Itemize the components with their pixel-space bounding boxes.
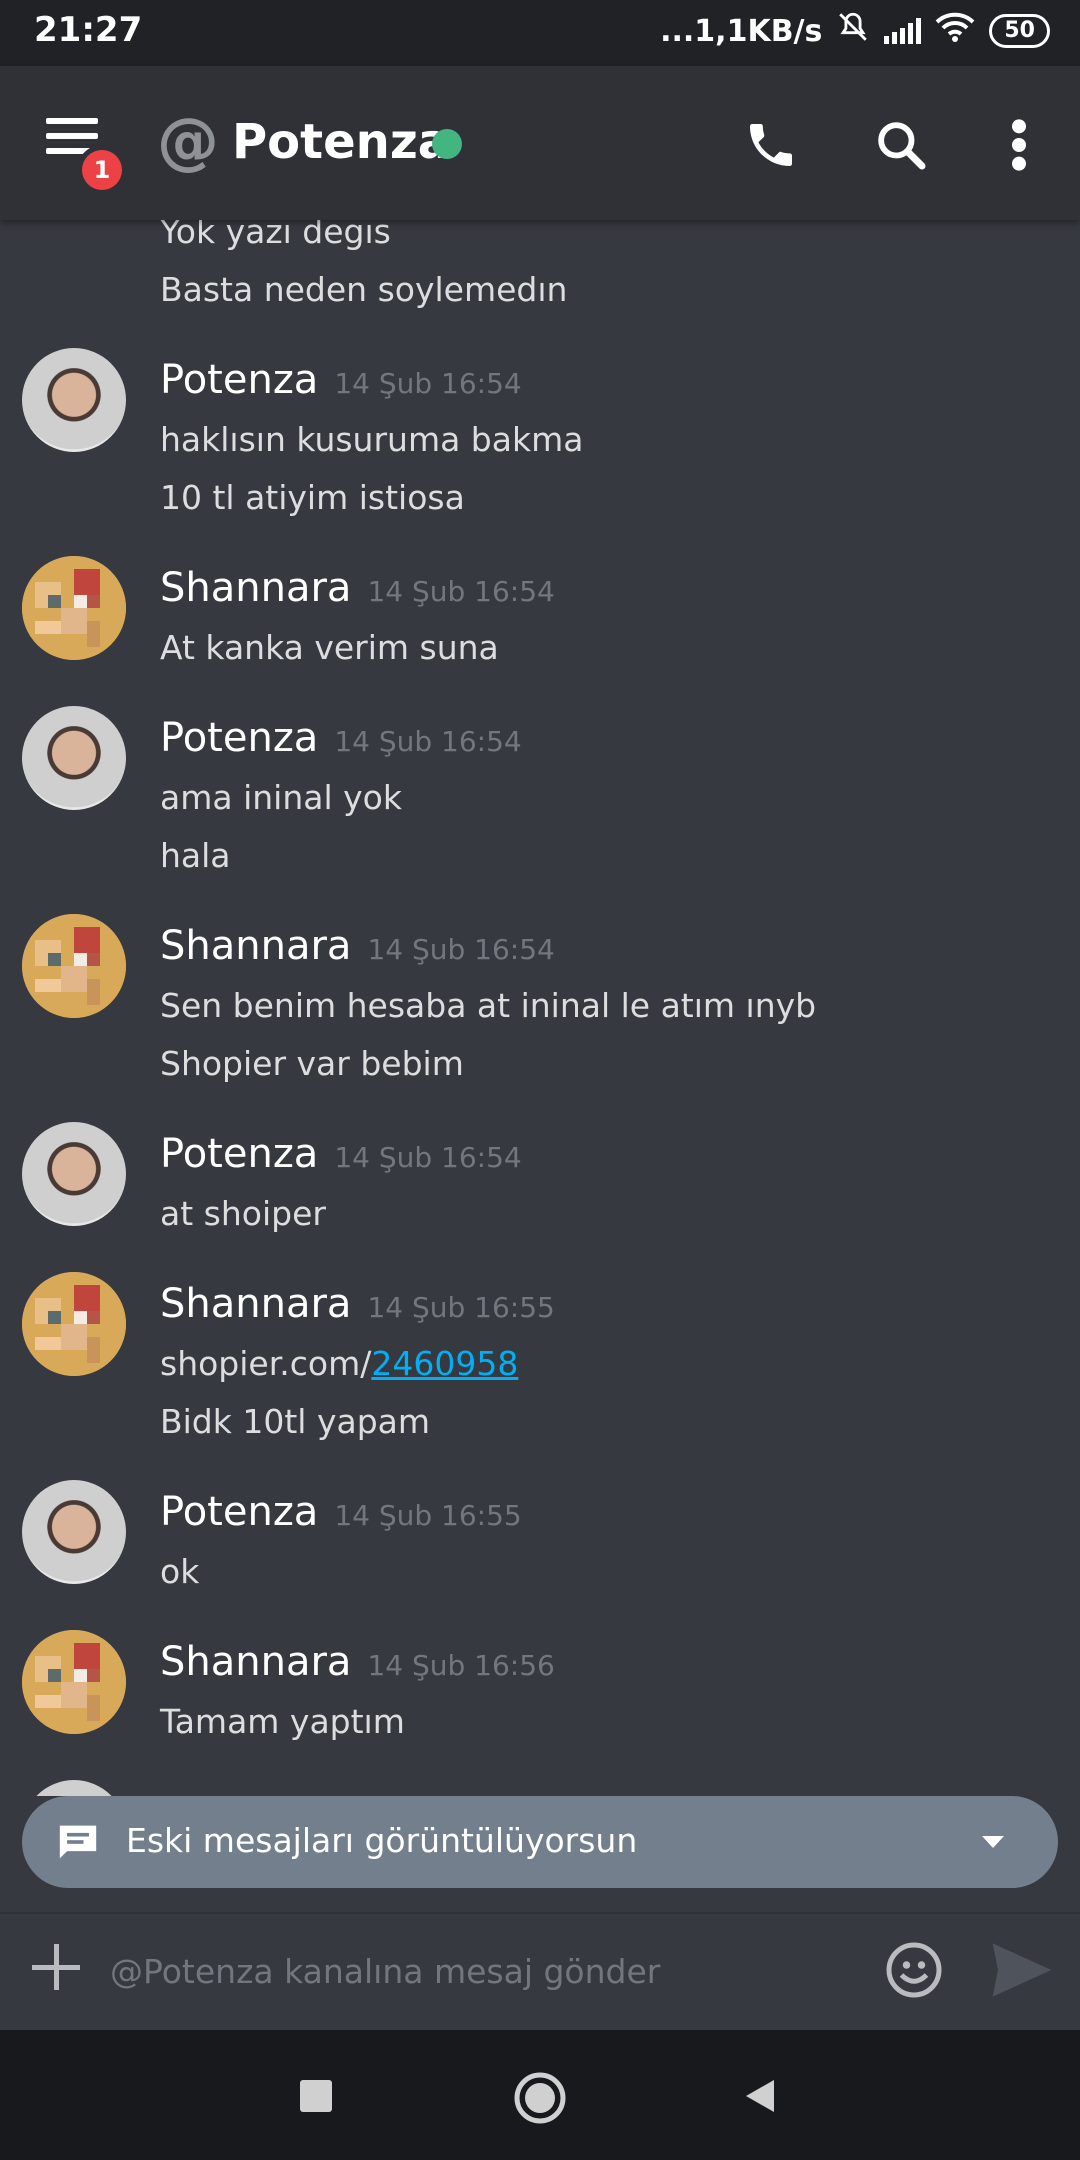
menu-button[interactable]: 1: [46, 118, 122, 190]
send-button[interactable]: [990, 1940, 1054, 2000]
message-text: Tamam yaptım: [160, 1702, 405, 1741]
network-speed: ...1,1KB/s: [660, 13, 823, 49]
avatar[interactable]: [22, 1272, 126, 1376]
emoji-button[interactable]: [884, 1940, 944, 2000]
message-text: ok: [160, 1552, 200, 1591]
system-nav-bar: [0, 2030, 1080, 2160]
back-button[interactable]: [740, 2076, 780, 2116]
emoji-icon: [886, 1942, 942, 1998]
message-text: Sen benim hesaba at ininal le atım ınyb: [160, 986, 817, 1025]
author-name[interactable]: Potenza: [160, 1489, 318, 1535]
message-link[interactable]: 2460958: [371, 1344, 518, 1383]
phone-icon: [750, 124, 792, 166]
author-name[interactable]: Shannara: [160, 1281, 351, 1327]
message-author[interactable]: Shannara 14 Şub 16:54: [160, 922, 555, 974]
avatar[interactable]: [22, 1122, 126, 1226]
call-button[interactable]: [736, 110, 806, 180]
chat-bubble-icon: [59, 1825, 97, 1859]
more-options-button[interactable]: [984, 110, 1054, 180]
avatar[interactable]: [22, 706, 126, 810]
channel-header: 1 @ Potenza: [0, 66, 1080, 220]
message-author[interactable]: Potenza 14 Şub 16:54: [160, 1130, 522, 1182]
menu-icon: [46, 118, 98, 124]
author-name[interactable]: Shannara: [160, 565, 351, 611]
avatar[interactable]: [22, 348, 126, 452]
message-text: at shoiper: [160, 1194, 326, 1233]
avatar[interactable]: [22, 556, 126, 660]
banner-text: Eski mesajları görüntülüyorsun: [126, 1821, 638, 1860]
message-timestamp: 14 Şub 16:54: [334, 367, 522, 400]
message-timestamp: 14 Şub 16:55: [367, 1291, 555, 1324]
wifi-icon: [935, 12, 975, 50]
unread-badge: 1: [82, 150, 122, 190]
home-button[interactable]: [512, 2070, 568, 2126]
status-time: 21:27: [34, 10, 143, 50]
battery-icon: 50: [989, 14, 1050, 48]
message-timestamp: 14 Şub 16:55: [334, 1499, 522, 1532]
caret-down-icon: [982, 1836, 1004, 1848]
message-text: At kanka verim suna: [160, 628, 499, 667]
status-indicators: ...1,1KB/s 50: [660, 10, 1050, 52]
signal-icon: [884, 18, 922, 44]
at-icon: @: [157, 104, 219, 177]
message-author[interactable]: Potenza 14 Şub 16:55: [160, 1488, 522, 1540]
avatar[interactable]: [22, 914, 126, 1018]
message-author[interactable]: Potenza 14 Şub 16:54: [160, 714, 522, 766]
circle-icon: [514, 2072, 566, 2124]
search-button[interactable]: [866, 110, 936, 180]
message-author[interactable]: Shannara 14 Şub 16:55: [160, 1280, 555, 1332]
link-prefix: shopier.com/: [160, 1344, 372, 1383]
recents-button[interactable]: [296, 2076, 336, 2116]
message-text: shopier.com/2460958: [160, 1342, 518, 1386]
message-timestamp: 14 Şub 16:54: [334, 725, 522, 758]
message-list[interactable]: Yok yazı degıs Basta neden soylemedın Po…: [0, 206, 1080, 1796]
message-text: hala: [160, 836, 231, 875]
older-messages-banner[interactable]: Eski mesajları görüntülüyorsun: [22, 1796, 1058, 1888]
author-name[interactable]: Potenza: [160, 715, 318, 761]
avatar[interactable]: [22, 1480, 126, 1584]
online-status-dot: [432, 129, 462, 159]
message-composer: [0, 1912, 1080, 2030]
avatar[interactable]: [22, 1630, 126, 1734]
author-name[interactable]: Potenza: [160, 1131, 318, 1177]
more-vertical-icon: [1012, 119, 1026, 171]
attach-button[interactable]: [30, 1942, 82, 1994]
message-text: Bidk 10tl yapam: [160, 1402, 431, 1441]
author-name[interactable]: Potenza: [160, 357, 318, 403]
search-icon: [878, 122, 926, 170]
message-timestamp: 14 Şub 16:54: [367, 933, 555, 966]
message-input[interactable]: [108, 1938, 872, 2004]
send-icon: [992, 1943, 1052, 1997]
menu-icon-bar: [46, 133, 98, 139]
channel-title: Potenza: [232, 114, 451, 170]
author-name[interactable]: Shannara: [160, 1639, 351, 1685]
status-bar: 21:27 ...1,1KB/s 50: [0, 0, 1080, 66]
message-text: ama ininal yok: [160, 778, 402, 817]
message-author[interactable]: Shannara 14 Şub 16:54: [160, 564, 555, 616]
back-triangle-icon: [746, 2080, 774, 2112]
message-text: haklısın kusuruma bakma: [160, 420, 584, 459]
message-text: 10 tl atiyim istiosa: [160, 478, 465, 517]
message-timestamp: 14 Şub 16:54: [367, 575, 555, 608]
message-text: Shopier var bebim: [160, 1044, 464, 1083]
muted-bell-icon: [836, 10, 870, 52]
author-name[interactable]: Shannara: [160, 923, 351, 969]
message-timestamp: 14 Şub 16:56: [367, 1649, 555, 1682]
message-author[interactable]: Potenza 14 Şub 16:54: [160, 356, 522, 408]
avatar[interactable]: [22, 1780, 126, 1796]
message-author[interactable]: Shannara 14 Şub 16:56: [160, 1638, 555, 1690]
message-timestamp: 14 Şub 16:54: [334, 1141, 522, 1174]
square-icon: [300, 2080, 332, 2112]
message-text: Basta neden soylemedın: [160, 270, 568, 309]
